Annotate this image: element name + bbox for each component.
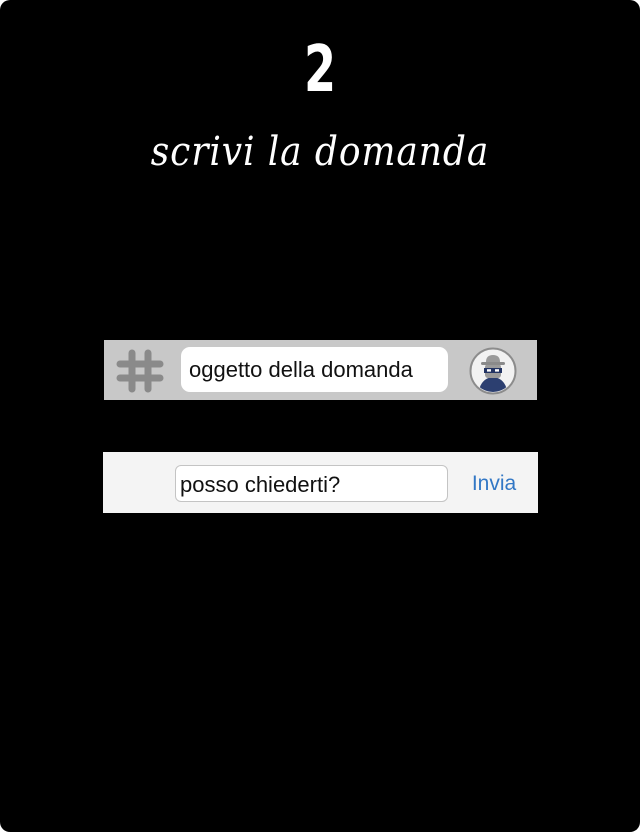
send-button[interactable]: Invia [463,465,525,502]
app-screen: 2 scrivi la domanda oggetto della domand… [0,0,640,832]
topic-input[interactable]: oggetto della domanda [181,347,448,392]
message-input[interactable]: posso chiederti? [175,465,448,502]
step-caption: scrivi la domanda [150,129,490,175]
message-bar: posso chiederti? Invia [103,452,538,513]
topic-bar: oggetto della domanda [104,340,537,400]
hash-icon[interactable] [116,348,164,394]
incognito-avatar-icon[interactable] [469,347,517,395]
step-number: 2 [303,33,337,107]
